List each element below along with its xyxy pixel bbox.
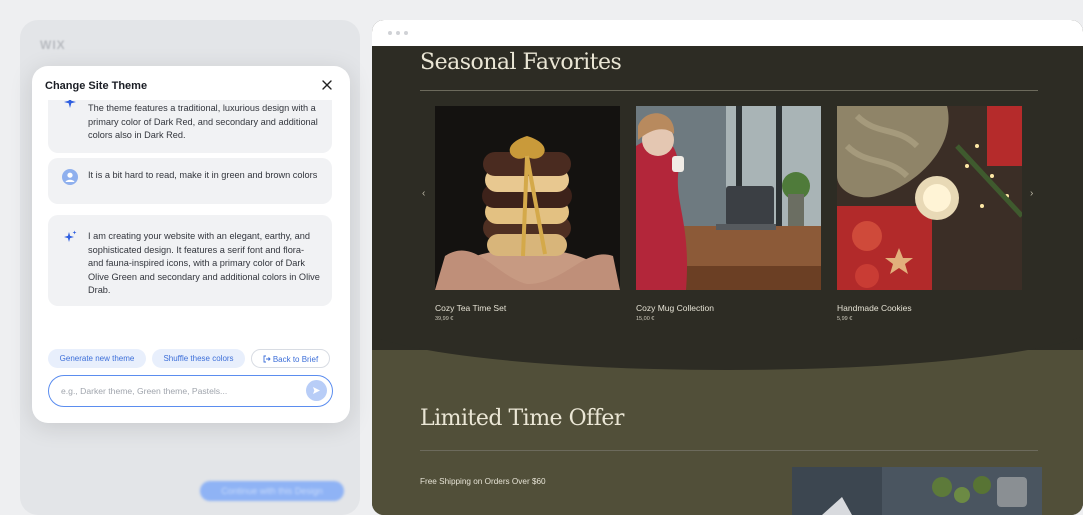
product-card[interactable]: Cozy Tea Time Set 39,99 € — [435, 106, 620, 322]
site-preview[interactable]: Seasonal Favorites ‹ › Cozy Tea Time Set… — [372, 20, 1083, 515]
product-image-cookies — [435, 106, 620, 290]
send-button[interactable] — [306, 380, 327, 401]
theme-prompt-field — [48, 375, 333, 407]
ai-message: I am creating your website with an elega… — [48, 215, 332, 306]
product-card[interactable]: Cozy Mug Collection 15,00 € — [636, 106, 821, 322]
carousel-next-icon[interactable]: › — [1030, 188, 1033, 199]
back-to-brief-label: Back to Brief — [272, 355, 319, 364]
sparkle-icon — [64, 230, 77, 242]
carousel-prev-icon[interactable]: ‹ — [422, 188, 425, 199]
window-dot — [396, 31, 400, 35]
close-icon[interactable] — [320, 78, 334, 92]
send-icon — [313, 387, 320, 394]
change-theme-dialog: Change Site Theme The theme features a t… — [32, 66, 350, 423]
back-to-brief-button[interactable]: Back to Brief — [251, 349, 330, 368]
generate-theme-button[interactable]: Generate new theme — [48, 349, 146, 368]
product-image-handmade — [837, 106, 1022, 290]
product-name: Cozy Mug Collection — [636, 303, 714, 313]
product-card[interactable]: Handmade Cookies 5,99 € — [837, 106, 1022, 322]
shuffle-colors-button[interactable]: Shuffle these colors — [152, 349, 245, 368]
offer-text: Free Shipping on Orders Over $60 — [420, 477, 546, 486]
wix-logo: WIX — [40, 38, 66, 52]
continue-button[interactable]: Continue with this Design — [200, 481, 344, 501]
message-text: The theme features a traditional, luxuri… — [88, 103, 318, 140]
browser-bar — [372, 20, 1083, 46]
divider — [420, 90, 1038, 91]
window-dot — [388, 31, 392, 35]
window-dot — [404, 31, 408, 35]
message-text: I am creating your website with an elega… — [88, 231, 320, 295]
theme-prompt-input[interactable] — [61, 383, 296, 399]
chat-history[interactable]: The theme features a traditional, luxuri… — [32, 100, 350, 348]
product-price: 39,99 € — [435, 316, 454, 322]
message-text: It is a bit hard to read, make it in gre… — [88, 170, 318, 180]
user-avatar-icon — [62, 169, 78, 185]
sparkle-icon — [64, 100, 76, 108]
offer-image — [792, 467, 1042, 515]
product-price: 15,00 € — [636, 316, 655, 322]
section-title-offer: Limited Time Offer — [420, 406, 624, 431]
section-title-favorites: Seasonal Favorites — [420, 50, 622, 75]
exit-icon — [263, 355, 271, 363]
product-price: 5,99 € — [837, 316, 853, 322]
product-image-mug — [636, 106, 821, 290]
product-name: Handmade Cookies — [837, 303, 912, 313]
ai-message: The theme features a traditional, luxuri… — [48, 100, 332, 153]
divider — [420, 450, 1038, 451]
product-name: Cozy Tea Time Set — [435, 303, 507, 313]
user-message: It is a bit hard to read, make it in gre… — [48, 158, 332, 204]
dialog-title: Change Site Theme — [45, 80, 148, 92]
